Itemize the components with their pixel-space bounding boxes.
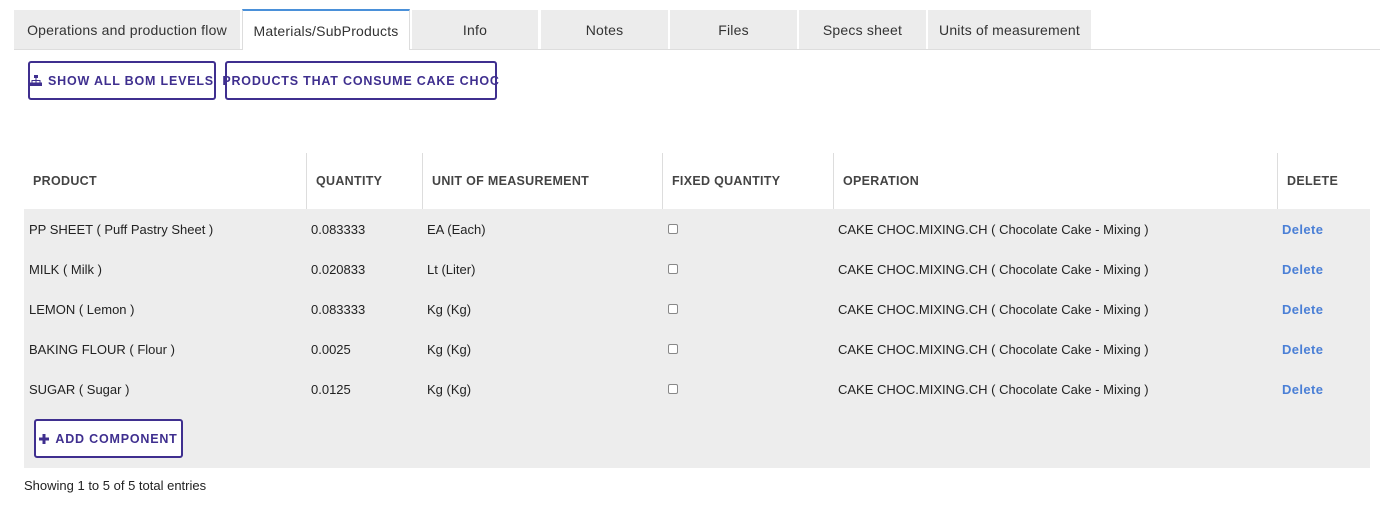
materials-table: PRODUCT QUANTITY UNIT OF MEASUREMENT FIX…	[24, 153, 1370, 468]
tab-label: Materials/SubProducts	[253, 22, 399, 39]
show-all-bom-levels-label: SHOW ALL BOM LEVELS	[48, 73, 214, 88]
tab-notes[interactable]: Notes	[541, 10, 668, 49]
quantity-cell: 0.083333	[311, 221, 366, 237]
entries-summary: Showing 1 to 5 of 5 total entries	[24, 478, 207, 493]
delete-link[interactable]: Delete	[1282, 249, 1323, 289]
table-header: PRODUCT QUANTITY UNIT OF MEASUREMENT FIX…	[24, 153, 1370, 209]
tab-specs-sheet[interactable]: Specs sheet	[799, 10, 926, 49]
tab-label: Specs sheet	[822, 21, 903, 38]
add-component-button[interactable]: ADD COMPONENT	[34, 419, 183, 458]
column-header-quantity: QUANTITY	[306, 153, 422, 209]
fixed-quantity-checkbox[interactable]	[668, 344, 678, 354]
products-that-consume-button[interactable]: PRODUCTS THAT CONSUME CAKE CHOC	[222, 61, 500, 100]
tab-label: Files	[718, 21, 749, 38]
plus-icon	[39, 433, 50, 444]
tab-label: Units of measurement	[939, 21, 1080, 38]
quantity-cell: 0.0025	[311, 341, 351, 357]
operation-cell: CAKE CHOC.MIXING.CH ( Chocolate Cake - M…	[838, 261, 1149, 277]
table-row: MILK ( Milk ) 0.020833 Lt (Liter) CAKE C…	[24, 249, 1370, 289]
tab-label: Operations and production flow	[27, 21, 227, 38]
product-cell: SUGAR ( Sugar )	[29, 381, 130, 397]
quantity-cell: 0.020833	[311, 261, 366, 277]
column-header-operation: OPERATION	[833, 153, 1277, 209]
fixed-quantity-checkbox[interactable]	[668, 304, 678, 314]
column-header-unit-of-measurement: UNIT OF MEASUREMENT	[422, 153, 662, 209]
table-row: PP SHEET ( Puff Pastry Sheet ) 0.083333 …	[24, 209, 1370, 249]
quantity-cell: 0.083333	[311, 301, 366, 317]
fixed-quantity-checkbox[interactable]	[668, 384, 678, 394]
table-row: BAKING FLOUR ( Flour ) 0.0025 Kg (Kg) CA…	[24, 329, 1370, 369]
uom-cell: Kg (Kg)	[427, 301, 472, 317]
operation-cell: CAKE CHOC.MIXING.CH ( Chocolate Cake - M…	[838, 301, 1149, 317]
tab-label: Notes	[585, 21, 624, 38]
delete-link[interactable]: Delete	[1282, 289, 1323, 329]
quantity-cell: 0.0125	[311, 381, 351, 397]
table-row: SUGAR ( Sugar ) 0.0125 Kg (Kg) CAKE CHOC…	[24, 369, 1370, 409]
column-header-fixed-quantity: FIXED QUANTITY	[662, 153, 833, 209]
delete-link[interactable]: Delete	[1282, 369, 1323, 409]
tab-info[interactable]: Info	[412, 10, 538, 49]
operation-cell: CAKE CHOC.MIXING.CH ( Chocolate Cake - M…	[838, 341, 1149, 357]
delete-link[interactable]: Delete	[1282, 209, 1323, 249]
uom-cell: Lt (Liter)	[427, 261, 476, 277]
column-header-product: PRODUCT	[33, 174, 97, 188]
product-cell: LEMON ( Lemon )	[29, 301, 135, 317]
tab-materials-subproducts[interactable]: Materials/SubProducts	[242, 9, 410, 50]
delete-link[interactable]: Delete	[1282, 329, 1323, 369]
uom-cell: EA (Each)	[427, 221, 486, 237]
tab-label: Info	[462, 21, 488, 38]
fixed-quantity-checkbox[interactable]	[668, 264, 678, 274]
product-cell: MILK ( Milk )	[29, 261, 102, 277]
table-row: LEMON ( Lemon ) 0.083333 Kg (Kg) CAKE CH…	[24, 289, 1370, 329]
uom-cell: Kg (Kg)	[427, 341, 472, 357]
fixed-quantity-checkbox[interactable]	[668, 224, 678, 234]
product-cell: PP SHEET ( Puff Pastry Sheet )	[29, 221, 214, 237]
show-all-bom-levels-button[interactable]: SHOW ALL BOM LEVELS	[28, 61, 216, 100]
operation-cell: CAKE CHOC.MIXING.CH ( Chocolate Cake - M…	[838, 381, 1149, 397]
product-cell: BAKING FLOUR ( Flour )	[29, 341, 175, 357]
sitemap-icon	[30, 75, 43, 86]
add-component-label: ADD COMPONENT	[55, 431, 178, 446]
tab-units-of-measurement[interactable]: Units of measurement	[928, 10, 1091, 49]
uom-cell: Kg (Kg)	[427, 381, 472, 397]
column-header-delete: DELETE	[1277, 153, 1370, 209]
tab-files[interactable]: Files	[670, 10, 797, 49]
products-that-consume-label: PRODUCTS THAT CONSUME CAKE CHOC	[222, 73, 500, 88]
tab-operations-and-production-flow[interactable]: Operations and production flow	[14, 10, 240, 49]
tab-bar: Operations and production flow Materials…	[14, 9, 1380, 50]
operation-cell: CAKE CHOC.MIXING.CH ( Chocolate Cake - M…	[838, 221, 1149, 237]
